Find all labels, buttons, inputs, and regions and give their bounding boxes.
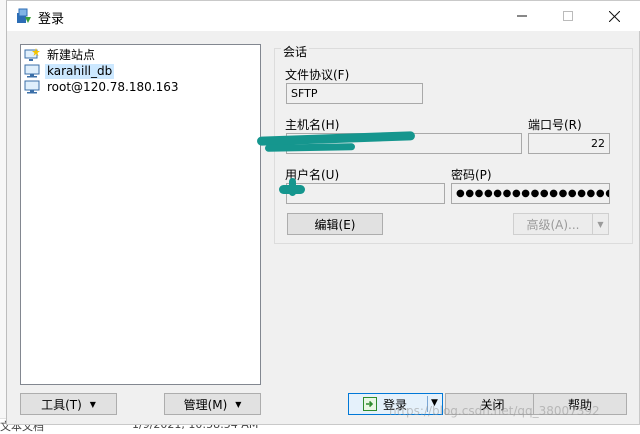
session-group-title: 会话 [281, 43, 310, 60]
tools-label: 工具(T) [41, 397, 82, 412]
maximize-button [545, 1, 591, 31]
advanced-dropdown-button: ▼ [592, 213, 609, 235]
winscp-app-icon [17, 8, 31, 23]
host-label: 主机名(H) [285, 118, 340, 132]
chevron-down-icon: ▼ [597, 219, 604, 229]
title-bar[interactable]: 登录 [7, 1, 640, 31]
port-label: 端口号(R) [528, 118, 582, 132]
computer-icon [24, 80, 40, 94]
password-label: 密码(P) [451, 168, 492, 182]
minimize-icon [517, 15, 527, 17]
edit-button[interactable]: 编辑(E) [287, 213, 383, 235]
login-dialog: 登录 新建站点 karahill_db root@120.78.180.163 … [6, 0, 640, 425]
chevron-down-icon: ▼ [89, 399, 96, 409]
manage-button[interactable]: 管理(M) ▼ [164, 393, 261, 415]
tree-item-root-server[interactable]: root@120.78.180.163 [24, 79, 180, 95]
tree-item-label: 新建站点 [47, 47, 96, 62]
port-input[interactable]: 22 [528, 133, 610, 154]
tools-button[interactable]: 工具(T) ▼ [20, 393, 117, 415]
manage-label: 管理(M) [183, 397, 228, 412]
maximize-icon [563, 11, 573, 21]
login-icon [363, 397, 377, 411]
tree-item-label: karahill_db [45, 63, 115, 79]
password-input[interactable]: ●●●●●●●●●●●●●●●●● [451, 183, 610, 204]
window-title: 登录 [38, 12, 65, 27]
close-window-button[interactable] [591, 1, 637, 31]
chevron-down-icon: ▼ [235, 399, 242, 409]
protocol-field[interactable]: SFTP [286, 83, 423, 104]
computer-icon [24, 64, 40, 78]
tree-item-karahill-db[interactable]: karahill_db [24, 63, 115, 79]
redaction-mark [289, 178, 296, 196]
tree-item-new-site[interactable]: 新建站点 [24, 47, 97, 63]
protocol-label: 文件协议(F) [285, 68, 350, 82]
watermark: https://blog.csdn.net/qq_38007392 [389, 404, 600, 418]
minimize-button[interactable] [499, 1, 545, 31]
username-input[interactable] [286, 183, 445, 204]
new-site-icon [24, 48, 40, 61]
advanced-button: 高级(A)... [513, 213, 593, 235]
site-tree[interactable]: 新建站点 karahill_db root@120.78.180.163 [20, 44, 261, 385]
close-icon [608, 10, 620, 22]
tree-item-label: root@120.78.180.163 [47, 79, 179, 94]
